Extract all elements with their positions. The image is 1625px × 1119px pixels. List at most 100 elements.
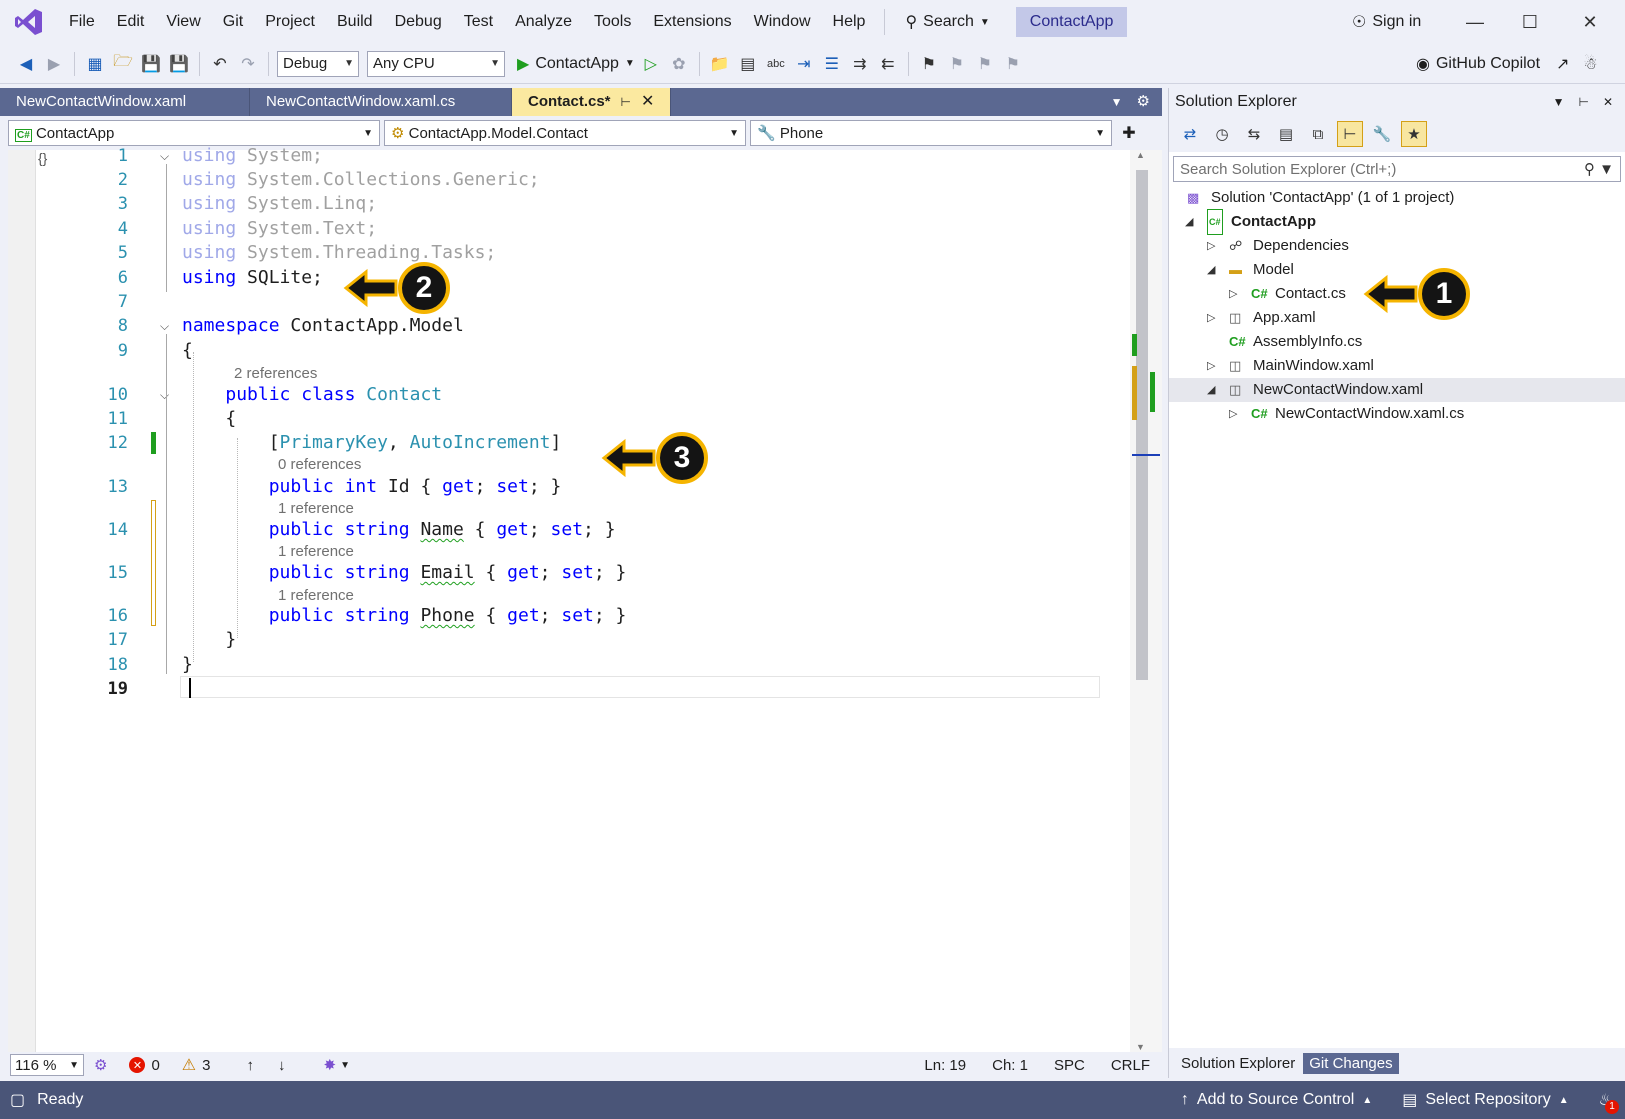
code-editor[interactable]: {} 1 ⌵ using System; 2 using System.Collecti… — [8, 145, 1162, 1052]
clear-bookmarks-icon[interactable]: ⚑ — [1001, 52, 1025, 76]
line-ending-indicator[interactable]: CRLF — [1111, 1057, 1150, 1074]
tree-item-newcontactwindow-xaml-cs[interactable]: ▷ C# NewContactWindow.xaml.cs — [1169, 402, 1625, 426]
sign-in-button[interactable]: ☉ Sign in — [1352, 0, 1421, 44]
open-folder-icon[interactable]: 🗁 — [111, 52, 135, 76]
pending-changes-icon[interactable]: ◷ — [1209, 121, 1235, 147]
new-project-icon[interactable]: ▦ — [83, 52, 107, 76]
tab-git-changes[interactable]: Git Changes — [1303, 1052, 1399, 1074]
code-line[interactable]: 6 using SQLite; — [8, 266, 1122, 290]
code-line[interactable]: 18} — [8, 653, 1122, 677]
code-line[interactable]: 2 using System.Collections.Generic; — [8, 168, 1122, 192]
menu-test[interactable]: Test — [453, 0, 504, 44]
split-icon[interactable]: ✚ — [1116, 120, 1142, 146]
tab-newcontactwindow-xaml[interactable]: NewContactWindow.xaml — [0, 88, 250, 116]
output-icon[interactable]: ▢ — [10, 1090, 25, 1110]
menu-window[interactable]: Window — [743, 0, 822, 44]
gear-icon[interactable]: ⚙ — [1137, 88, 1150, 116]
menu-help[interactable]: Help — [822, 0, 877, 44]
undo-icon[interactable]: ↶ — [208, 52, 232, 76]
github-copilot-button[interactable]: ◉ GitHub Copilot ↗ ☃ — [1416, 44, 1598, 84]
scrollbar-thumb[interactable] — [1136, 170, 1148, 680]
pin-icon[interactable]: ⊢ — [621, 88, 631, 116]
zoom-dropdown[interactable]: 116 % ▼ — [10, 1054, 84, 1076]
redo-icon[interactable]: ↷ — [236, 52, 260, 76]
next-bookmark-icon[interactable]: ⚑ — [973, 52, 997, 76]
menu-git[interactable]: Git — [212, 0, 254, 44]
code-line[interactable]: 16 public string Phone { get; set; } — [8, 604, 1122, 628]
code-line[interactable]: 5 using System.Threading.Tasks; — [8, 241, 1122, 265]
code-line[interactable]: 17 } — [8, 628, 1122, 652]
close-window-button[interactable]: ✕ — [1565, 0, 1615, 44]
forward-icon[interactable]: ▶ — [42, 52, 66, 76]
show-all-files-icon[interactable]: ⧉ — [1305, 121, 1331, 147]
warnings-indicator[interactable]: ⚠ 3 — [182, 1055, 211, 1075]
tab-newcontactwindow-xaml-cs[interactable]: NewContactWindow.xaml.cs — [250, 88, 512, 116]
browse-folder-icon[interactable]: 📁 — [708, 52, 732, 76]
code-line[interactable]: 1 ⌵ using System; — [8, 144, 1122, 168]
code-line[interactable]: 9{ — [8, 339, 1122, 363]
tab-solution-explorer[interactable]: Solution Explorer — [1175, 1053, 1301, 1074]
scroll-down-icon[interactable]: ▼ — [1136, 1042, 1145, 1052]
code-line[interactable]: 13 public int Id { get; set; } — [8, 475, 1122, 499]
menu-analyze[interactable]: Analyze — [504, 0, 583, 44]
code-line[interactable]: 12 [PrimaryKey, AutoIncrement] — [8, 431, 1122, 455]
chevron-down-icon[interactable]: ▼ — [340, 1060, 350, 1071]
code-line[interactable]: 11 { — [8, 407, 1122, 431]
next-issue-icon[interactable]: ↓ — [278, 1057, 286, 1074]
pin-icon[interactable]: ⊢ — [1578, 88, 1588, 116]
maximize-button[interactable]: ☐ — [1505, 0, 1555, 44]
codelens-id-references[interactable]: 0 references — [278, 456, 361, 474]
code-line[interactable]: 10 ⌵ public class Contact — [8, 383, 1122, 407]
select-repository-button[interactable]: ▤ Select Repository ▲ — [1402, 1090, 1568, 1110]
platform-dropdown[interactable]: Any CPU ▼ — [367, 50, 505, 77]
track-active-icon[interactable]: ⊢ — [1337, 121, 1363, 147]
menu-project[interactable]: Project — [254, 0, 326, 44]
code-line[interactable]: 8 ⌵ namespace ContactApp.Model — [8, 314, 1122, 338]
configuration-dropdown[interactable]: Debug ▼ — [277, 50, 359, 77]
step-into-icon[interactable]: ⇥ — [792, 52, 816, 76]
codelens-phone-references[interactable]: 1 reference — [278, 587, 354, 605]
solution-search-input[interactable]: Search Solution Explorer (Ctrl+;) ⚲ ▼ — [1173, 156, 1621, 182]
search-button[interactable]: ⚲ Search ▼ — [893, 12, 1001, 32]
collapse-all-icon[interactable]: ▤ — [1273, 121, 1299, 147]
tab-contact-cs[interactable]: Contact.cs* ⊢ ✕ — [512, 88, 672, 116]
previous-issue-icon[interactable]: ↑ — [246, 1057, 254, 1074]
menu-debug[interactable]: Debug — [384, 0, 453, 44]
tree-item-dependencies[interactable]: ▷ ☍ Dependencies — [1169, 234, 1625, 258]
menu-edit[interactable]: Edit — [106, 0, 156, 44]
spell-check-icon[interactable]: abc — [764, 52, 788, 76]
menu-file[interactable]: File — [58, 0, 106, 44]
start-debugging-button[interactable]: ▶ ContactApp ▼ — [517, 54, 635, 74]
menu-view[interactable]: View — [155, 0, 211, 44]
tree-item-mainwindow-xaml[interactable]: ▷ ◫ MainWindow.xaml — [1169, 354, 1625, 378]
menu-extensions[interactable]: Extensions — [642, 0, 742, 44]
codelens-email-references[interactable]: 1 reference — [278, 543, 354, 561]
preview-selected-icon[interactable]: ★ — [1401, 121, 1427, 147]
panel-menu-icon[interactable]: ▼ — [1553, 88, 1565, 116]
close-icon[interactable]: ✕ — [1603, 88, 1613, 116]
code-cleanup-icon[interactable]: ✸ — [323, 1056, 336, 1074]
start-without-debugging-icon[interactable]: ▷ — [639, 52, 663, 76]
outdent-icon[interactable]: ⇇ — [876, 52, 900, 76]
code-line[interactable]: 14 public string Name { get; set; } — [8, 518, 1122, 542]
line-number-indicator[interactable]: Ln: 19 — [924, 1057, 966, 1074]
errors-indicator[interactable]: ✕ 0 — [129, 1057, 160, 1074]
minimize-button[interactable]: — — [1450, 0, 1500, 44]
comment-icon[interactable]: ☰ — [820, 52, 844, 76]
member-dropdown[interactable]: 🔧 Phone ▼ — [750, 120, 1112, 146]
sync-icon[interactable]: ⇆ — [1241, 121, 1267, 147]
column-indicator[interactable]: Ch: 1 — [992, 1057, 1028, 1074]
code-line[interactable]: 4 using System.Text; — [8, 217, 1122, 241]
code-line[interactable]: 7 — [8, 290, 1122, 314]
code-line[interactable]: 15 public string Email { get; set; } — [8, 561, 1122, 585]
codelens-class-references[interactable]: 2 references — [234, 365, 317, 383]
type-dropdown[interactable]: ⚙ ContactApp.Model.Contact ▼ — [384, 120, 746, 146]
menu-build[interactable]: Build — [326, 0, 384, 44]
tree-item-assemblyinfo-cs[interactable]: C# AssemblyInfo.cs — [1169, 330, 1625, 354]
bookmark-icon[interactable]: ⚑ — [917, 52, 941, 76]
properties-icon[interactable]: 🔧 — [1369, 121, 1395, 147]
menu-tools[interactable]: Tools — [583, 0, 642, 44]
health-icon[interactable]: ⚙ — [94, 1056, 107, 1074]
add-to-source-control-button[interactable]: ↑ Add to Source Control ▲ — [1181, 1091, 1372, 1109]
tree-item-project[interactable]: ◢ C# ContactApp — [1169, 209, 1625, 235]
